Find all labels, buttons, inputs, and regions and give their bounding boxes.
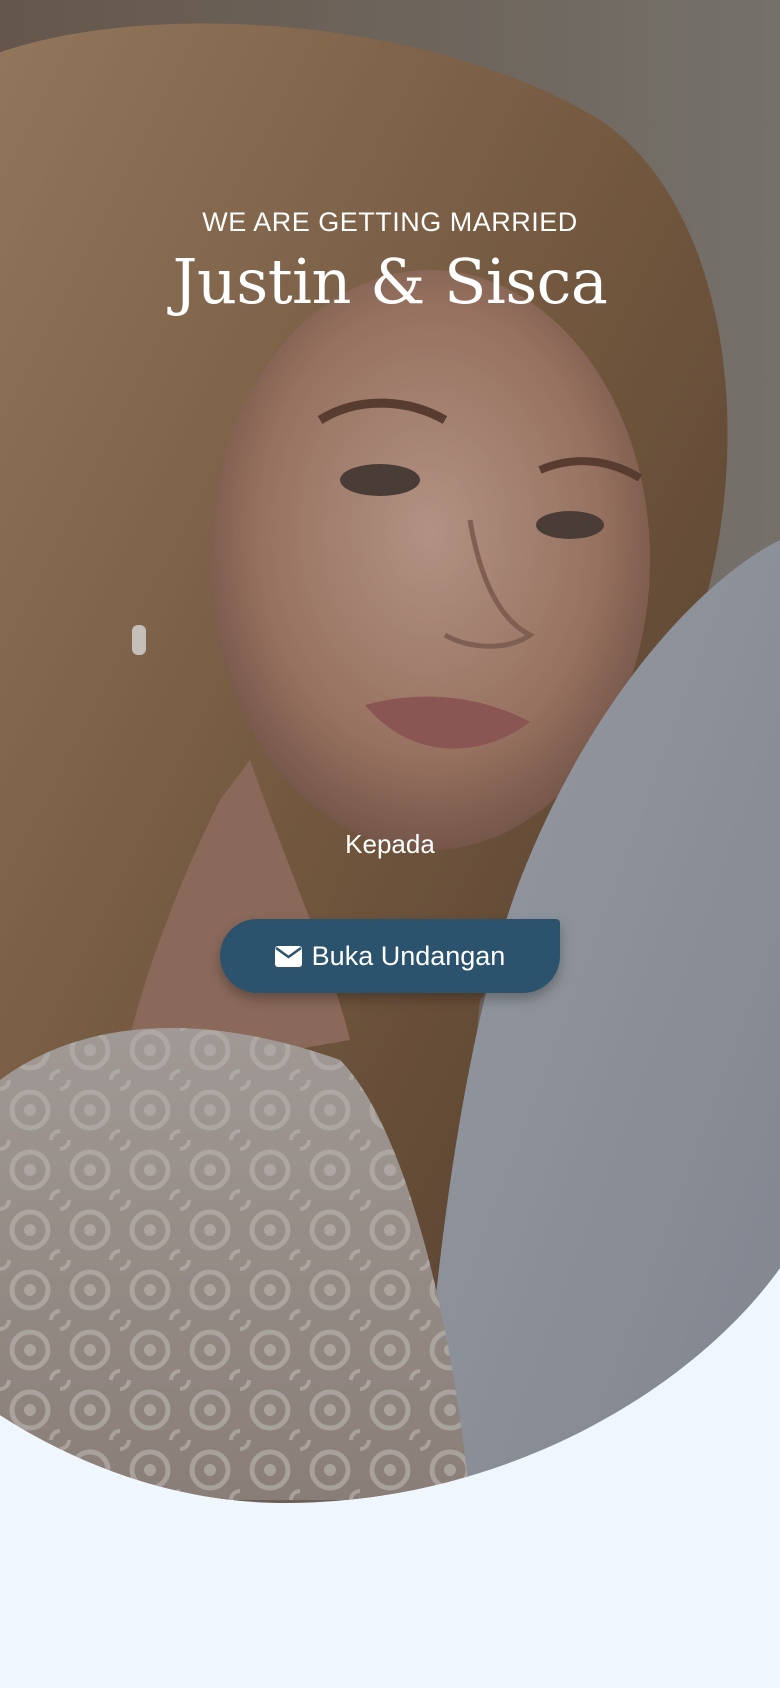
recipient-label: Kepada [345, 829, 435, 859]
invitation-cover: WE ARE GETTING MARRIED Justin & Sisca Ke… [0, 0, 780, 1688]
open-invitation-label: Buka Undangan [311, 941, 506, 971]
envelope-icon [274, 945, 302, 967]
wedding-eyebrow-text: WE ARE GETTING MARRIED [202, 207, 578, 237]
open-invitation-button[interactable]: Buka Undangan [220, 919, 560, 993]
couple-names-title: Justin & Sisca [172, 245, 608, 318]
